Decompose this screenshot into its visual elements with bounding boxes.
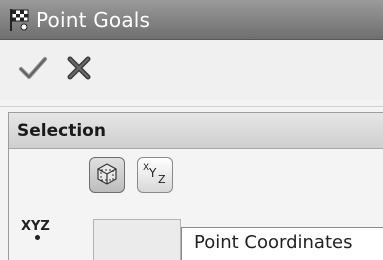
point-coordinates-tooltip: Point Coordinates [181,227,383,260]
select-geometry-button[interactable] [89,157,125,193]
point-goals-panel: Point Goals Selection X Y Z XYZ Point Co… [0,0,383,260]
xyz-field-label: XYZ [21,219,50,240]
xyz-coordinates-icon: X Y Z [141,159,169,191]
point-coordinates-field[interactable] [93,219,181,260]
icon-y-letter: Y [148,166,157,180]
point-coordinates-button[interactable]: X Y Z [137,157,173,193]
xyz-label-text: XYZ [21,219,50,234]
tooltip-text: Point Coordinates [194,232,353,253]
toolbar [0,40,383,100]
ok-button[interactable] [18,55,48,85]
cancel-button[interactable] [64,55,94,85]
selection-icon-row: X Y Z [89,157,173,193]
toolbar-divider [0,106,383,107]
selection-header-label: Selection [17,120,106,141]
icon-z-letter: Z [158,173,166,186]
check-icon [19,56,47,84]
point-dot-icon [35,235,40,240]
cube-select-icon [94,160,120,190]
selection-header[interactable]: Selection [9,113,383,149]
checkered-flag-icon [6,7,32,33]
window-title: Point Goals [36,7,151,32]
title-bar: Point Goals [0,0,383,40]
close-x-icon [67,56,91,84]
selection-section: Selection X Y Z XYZ Point Coordinates [8,112,383,260]
